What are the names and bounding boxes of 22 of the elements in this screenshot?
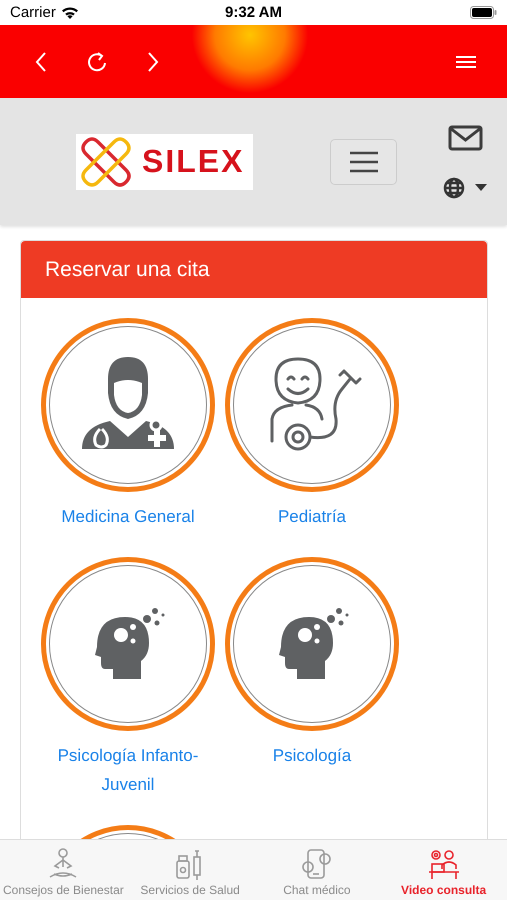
status-time: 9:32 AM bbox=[225, 4, 282, 21]
globe-icon bbox=[443, 176, 465, 198]
logo[interactable]: SILEX bbox=[76, 134, 253, 190]
forward-button[interactable] bbox=[146, 50, 160, 72]
tab[interactable]: Video consulta bbox=[380, 840, 507, 900]
carrier-label: Carrier bbox=[10, 4, 56, 21]
menu-icon bbox=[348, 150, 378, 172]
card-title: Reservar una cita bbox=[45, 258, 210, 282]
caret-icon bbox=[475, 184, 487, 192]
mail-button[interactable] bbox=[448, 124, 482, 150]
wifi-icon bbox=[60, 6, 79, 19]
reload-button[interactable] bbox=[86, 50, 108, 72]
language-button[interactable] bbox=[443, 176, 487, 198]
tab[interactable]: Chat médico bbox=[254, 840, 380, 900]
tab[interactable]: Servicios de Salud bbox=[126, 840, 254, 900]
menu-button[interactable] bbox=[330, 138, 397, 184]
back-button[interactable] bbox=[34, 50, 48, 72]
tab[interactable]: Consejos de Bienestar bbox=[0, 840, 127, 900]
logo-text: SILEX bbox=[142, 143, 244, 180]
doctor-laptop-icon bbox=[426, 847, 461, 881]
phone-chat-icon bbox=[300, 847, 334, 881]
battery-icon bbox=[470, 6, 497, 19]
